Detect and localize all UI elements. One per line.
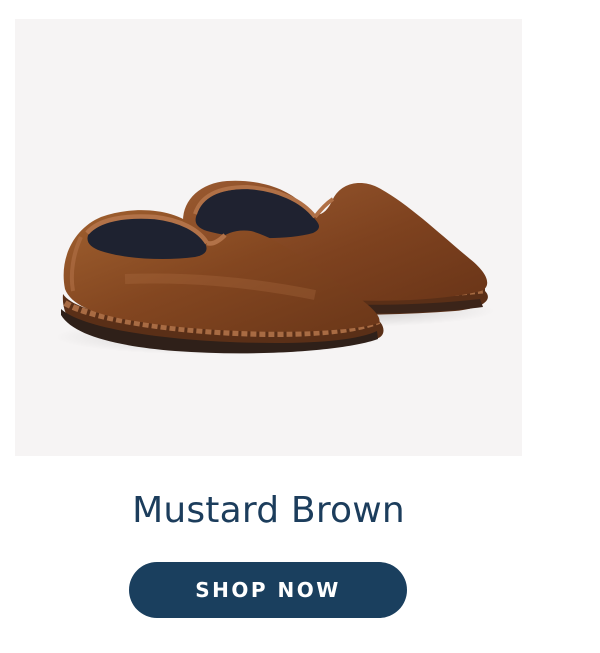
- shop-now-button[interactable]: SHOP NOW: [129, 562, 407, 618]
- product-title: Mustard Brown: [132, 490, 405, 531]
- slipper-illustration: [55, 180, 495, 355]
- product-card[interactable]: Mustard Brown SHOP NOW: [0, 0, 600, 653]
- product-image[interactable]: [15, 19, 522, 456]
